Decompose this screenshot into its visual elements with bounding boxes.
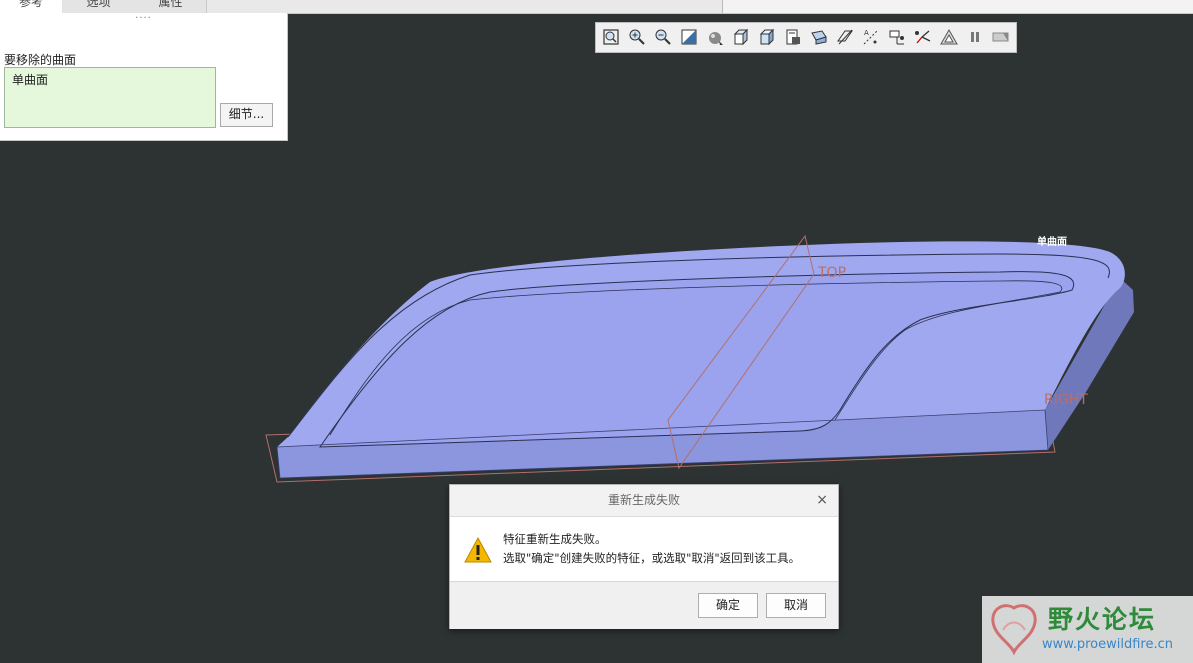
watermark-url: www.proewildfire.cn [1042, 637, 1173, 652]
zoom-in-icon[interactable] [627, 27, 647, 47]
watermark-title: 野火论坛 [1048, 605, 1157, 634]
regeneration-failed-dialog: 重新生成失败 × 特征重新生成失败。 选取"确定"创建失败的特征，或选取"取消"… [449, 484, 839, 629]
tab-options[interactable]: 选项 [62, 0, 136, 13]
tab-properties[interactable]: 属性 [135, 0, 207, 13]
cancel-button[interactable]: 取消 [766, 593, 826, 618]
dialog-message-line2: 选取"确定"创建失败的特征，或选取"取消"返回到该工具。 [503, 551, 801, 565]
annotation-display-icon[interactable] [939, 27, 959, 47]
warning-icon [464, 536, 492, 563]
ok-button[interactable]: 确定 [698, 593, 758, 618]
point-display-icon[interactable] [887, 27, 907, 47]
dashboard-tab-strip: 参考 选项 属性 [0, 0, 1193, 14]
details-button[interactable]: 细节... [220, 103, 273, 127]
view-manager-icon[interactable] [783, 27, 803, 47]
zoom-fit-icon[interactable] [601, 27, 621, 47]
dialog-footer: 确定 取消 [450, 581, 838, 629]
strip-right-area [723, 0, 1193, 13]
surface-label: 单曲面 [1037, 237, 1067, 248]
pause-icon[interactable] [965, 27, 985, 47]
forum-logo-icon [991, 604, 1037, 656]
zoom-out-icon[interactable] [653, 27, 673, 47]
forum-watermark: 野火论坛 www.proewildfire.cn [982, 596, 1193, 663]
close-icon[interactable]: × [816, 485, 828, 516]
dialog-message-line1: 特征重新生成失败。 [503, 532, 607, 546]
perspective-icon[interactable] [809, 27, 829, 47]
svg-text:A: A [864, 29, 869, 37]
spin-center-icon[interactable] [991, 27, 1011, 47]
saved-orientations-icon[interactable] [757, 27, 777, 47]
datum-planes-display-icon[interactable] [835, 27, 855, 47]
right-datum-label: RIGHT [1044, 392, 1088, 408]
collector-label: 要移除的曲面 [4, 53, 77, 67]
panel-grip[interactable]: ···· [0, 13, 287, 25]
datum-axes-display-icon[interactable]: A [861, 27, 881, 47]
dialog-body: 特征重新生成失败。 选取"确定"创建失败的特征，或选取"取消"返回到该工具。 [450, 517, 838, 581]
repaint-icon[interactable] [679, 27, 699, 47]
graphics-toolbar: A [595, 22, 1017, 53]
top-datum-label: TOP [818, 265, 847, 281]
standard-orientation-icon[interactable] [731, 27, 751, 47]
dialog-title[interactable]: 重新生成失败 [450, 485, 838, 517]
display-style-icon[interactable] [705, 27, 725, 47]
references-panel: ···· 要移除的曲面 单曲面 细节... [0, 13, 288, 141]
tab-references[interactable]: 参考 [0, 0, 63, 13]
surfaces-collector[interactable]: 单曲面 [4, 67, 216, 128]
collector-item[interactable]: 单曲面 [12, 71, 48, 88]
csys-display-icon[interactable] [913, 27, 933, 47]
